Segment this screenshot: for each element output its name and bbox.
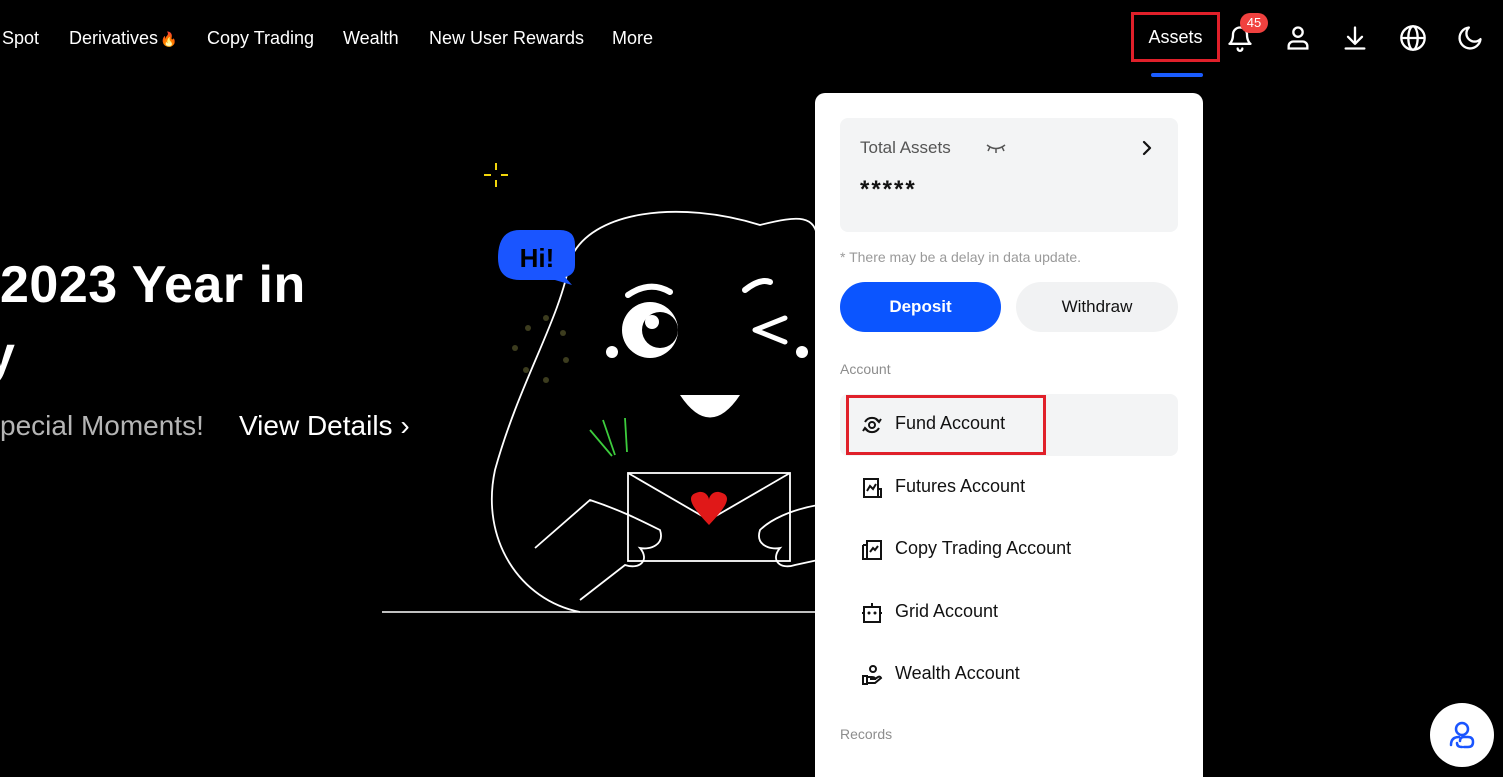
speech-bubble-text: Hi! <box>520 243 555 273</box>
wealth-hand-icon <box>862 665 883 685</box>
notification-badge: 45 <box>1240 13 1268 33</box>
download-icon[interactable] <box>1339 22 1371 54</box>
nav-new-user-rewards[interactable]: New User Rewards <box>429 26 584 50</box>
withdraw-label: Withdraw <box>1061 297 1133 316</box>
withdraw-button[interactable]: Withdraw <box>1016 282 1178 332</box>
nav-spot[interactable]: Spot <box>2 26 39 50</box>
records-section-label: Records <box>840 726 893 742</box>
copy-trading-account-item[interactable]: Copy Trading Account <box>840 519 1178 581</box>
wealth-account-label: Wealth Account <box>895 663 1020 683</box>
moon-icon[interactable] <box>1454 22 1486 54</box>
fire-icon: 🔥 <box>160 31 178 47</box>
deposit-label: Deposit <box>889 297 952 316</box>
nav-derivatives[interactable]: Derivatives 🔥 <box>69 26 177 51</box>
mascot-illustration: Hi! <box>382 163 820 613</box>
nav-derivatives-label: Derivatives <box>69 28 159 48</box>
hero-subtitle: pecial Moments! <box>0 410 204 441</box>
account-section-label: Account <box>840 361 891 377</box>
chevron-right-icon <box>1142 140 1152 156</box>
total-assets-card[interactable]: Total Assets ***** <box>840 118 1178 232</box>
grid-bot-icon <box>862 603 882 623</box>
total-assets-label: Total Assets <box>860 138 951 157</box>
globe-icon[interactable] <box>1397 22 1429 54</box>
hero-title: 2023 Year in <box>0 256 306 314</box>
nav-copy-trading[interactable]: Copy Trading <box>207 26 314 50</box>
support-agent-icon <box>1449 721 1475 749</box>
copy-trading-account-label: Copy Trading Account <box>895 538 1072 558</box>
nav-more[interactable]: More <box>612 26 653 50</box>
grid-account-item[interactable]: Grid Account <box>840 582 1178 644</box>
assets-label: Assets <box>1148 26 1203 47</box>
assets-button[interactable]: Assets <box>1131 12 1220 62</box>
user-icon[interactable] <box>1282 22 1314 54</box>
deposit-button[interactable]: Deposit <box>840 282 1001 332</box>
fund-account-highlight <box>846 395 1046 455</box>
sparkle-icon <box>484 163 508 187</box>
copy-trading-icon <box>862 540 882 560</box>
futures-icon <box>863 478 882 498</box>
wealth-account-item[interactable]: Wealth Account <box>840 644 1178 706</box>
total-assets-value: ***** <box>860 176 917 203</box>
data-delay-note: * There may be a delay in data update. <box>840 249 1082 265</box>
futures-account-item[interactable]: Futures Account <box>840 457 1178 519</box>
assets-active-indicator <box>1151 73 1203 77</box>
assets-dropdown: Total Assets ***** * There may be a dela… <box>815 93 1203 777</box>
hero-title-line2: y <box>0 326 15 384</box>
top-navigation: Spot Derivatives 🔥 Copy Trading Wealth Ne… <box>0 0 1503 77</box>
nav-wealth[interactable]: Wealth <box>343 26 399 50</box>
futures-account-label: Futures Account <box>895 476 1026 496</box>
grid-account-label: Grid Account <box>895 601 999 621</box>
eye-closed-icon[interactable] <box>986 142 1006 154</box>
support-chat-button[interactable] <box>1430 703 1494 767</box>
